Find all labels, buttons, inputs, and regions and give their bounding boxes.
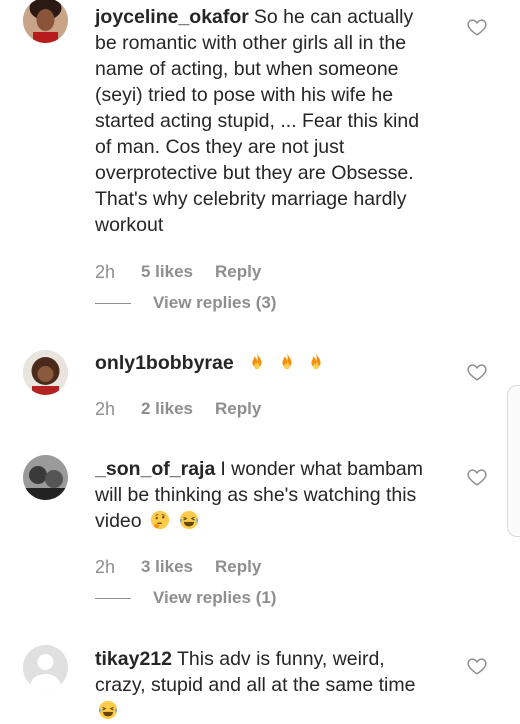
laughing-tears-icon: [180, 510, 199, 530]
comment-time: 2h: [95, 398, 116, 419]
heart-outline-icon[interactable]: [466, 655, 488, 677]
comment-meta: 2h 3 likes Reply: [95, 555, 261, 579]
comment-likes[interactable]: 3 likes: [141, 557, 215, 577]
comment-body: only1bobbyrae: [95, 350, 435, 376]
fire-icon: [311, 352, 321, 370]
divider: [95, 302, 131, 304]
avatar[interactable]: [23, 350, 68, 395]
view-replies-button[interactable]: View replies (3): [95, 292, 276, 314]
reply-button[interactable]: Reply: [215, 399, 261, 419]
fire-icon: [252, 352, 262, 370]
laughing-tears-icon: [98, 700, 118, 720]
comment-username[interactable]: only1bobbyrae: [95, 352, 234, 374]
view-replies-button[interactable]: View replies (1): [95, 587, 276, 609]
reply-button[interactable]: Reply: [215, 262, 261, 282]
comment-meta: 2h 2 likes Reply: [95, 397, 261, 421]
fire-icon: [281, 352, 292, 370]
view-replies-label: View replies (1): [153, 588, 277, 607]
comment-time: 2h: [95, 556, 116, 577]
comment-body: joyceline_okafor So he can actually be ro…: [95, 4, 435, 238]
divider: [95, 597, 131, 599]
comment-body: _son_of_raja I wonder what bambam will be…: [95, 456, 435, 534]
comment-time: 2h: [95, 261, 116, 282]
reply-button[interactable]: Reply: [215, 557, 261, 577]
comment-meta: 2h 5 likes Reply: [95, 260, 261, 284]
avatar[interactable]: [23, 0, 68, 43]
comment-username[interactable]: _son_of_raja: [95, 458, 215, 480]
comment-body: tikay212 This adv is funny, weird, crazy,…: [95, 646, 435, 724]
avatar[interactable]: [23, 455, 68, 500]
comment-likes[interactable]: 2 likes: [141, 399, 215, 419]
avatar[interactable]: [23, 645, 68, 690]
thinking-face-icon: [150, 510, 170, 530]
comment-text: So he can actually be romantic with othe…: [95, 6, 420, 236]
view-replies-label: View replies (3): [153, 293, 277, 312]
comment-likes[interactable]: 5 likes: [141, 262, 215, 282]
scrollbar[interactable]: [507, 385, 520, 537]
heart-outline-icon[interactable]: [466, 361, 488, 383]
comment-username[interactable]: tikay212: [95, 648, 172, 670]
comment-username[interactable]: joyceline_okafor: [95, 6, 249, 28]
heart-outline-icon[interactable]: [466, 466, 488, 488]
heart-outline-icon[interactable]: [466, 16, 488, 38]
